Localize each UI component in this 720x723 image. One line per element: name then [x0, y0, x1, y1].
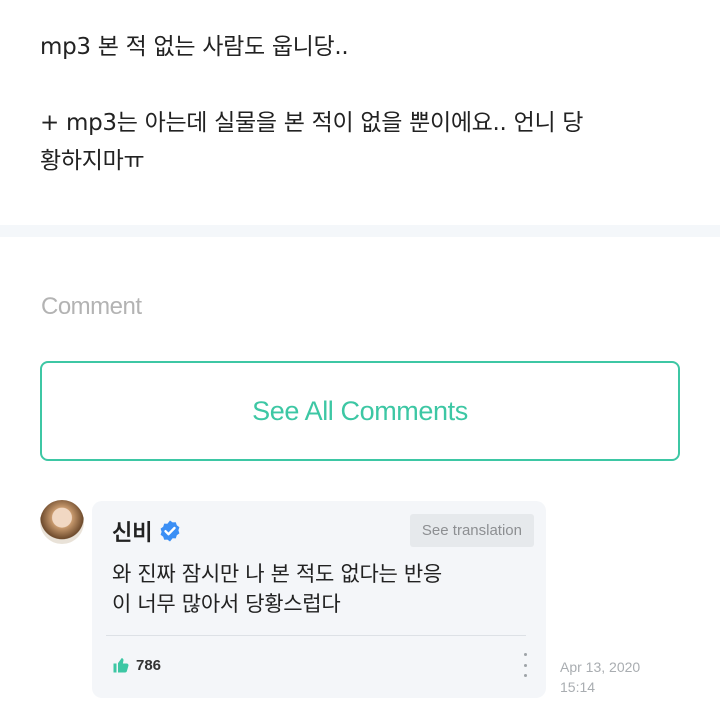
see-translation-button[interactable]: See translation	[409, 514, 534, 547]
comment-card: 신비 See translation 와 진짜 잠시만 나 본 적도 없다는 반…	[92, 501, 546, 698]
section-divider	[0, 225, 720, 237]
comment-author[interactable]: 신비	[112, 515, 182, 547]
comment-text: 와 진짜 잠시만 나 본 적도 없다는 반응 이 너무 많아서 당황스럽다	[112, 559, 532, 619]
verified-badge-icon	[161, 520, 180, 542]
comment-text-line: 와 진짜 잠시만 나 본 적도 없다는 반응	[112, 562, 442, 586]
comment-timestamp: Apr 13, 2020 15:14	[560, 657, 640, 697]
post-body: mp3 본 적 없는 사람도 웁니당.. + mp3는 아는데 실물을 본 적이…	[40, 28, 690, 180]
comment-date: Apr 13, 2020	[560, 659, 641, 675]
avatar[interactable]	[40, 500, 84, 544]
comment-text-line: 이 너무 많아서 당황스럽다	[112, 592, 341, 616]
thumbs-up-icon	[113, 658, 129, 673]
comment-time: 15:14	[560, 679, 596, 695]
author-name: 신비	[112, 521, 153, 546]
post-text-line: 황하지마ㅠ	[40, 148, 145, 174]
post-text-line: mp3 본 적 없는 사람도 웁니당..	[40, 34, 349, 60]
card-divider	[106, 635, 526, 636]
like-count: 786	[136, 656, 162, 674]
see-all-comments-button[interactable]: See All Comments	[40, 361, 680, 461]
post-text-line: + mp3는 아는데 실물을 본 적이 없을 뿐이에요.. 언니 당	[40, 110, 584, 136]
more-vertical-icon[interactable]	[520, 653, 530, 677]
like-button[interactable]: 786	[112, 656, 161, 674]
comment-heading: Comment	[41, 293, 142, 320]
